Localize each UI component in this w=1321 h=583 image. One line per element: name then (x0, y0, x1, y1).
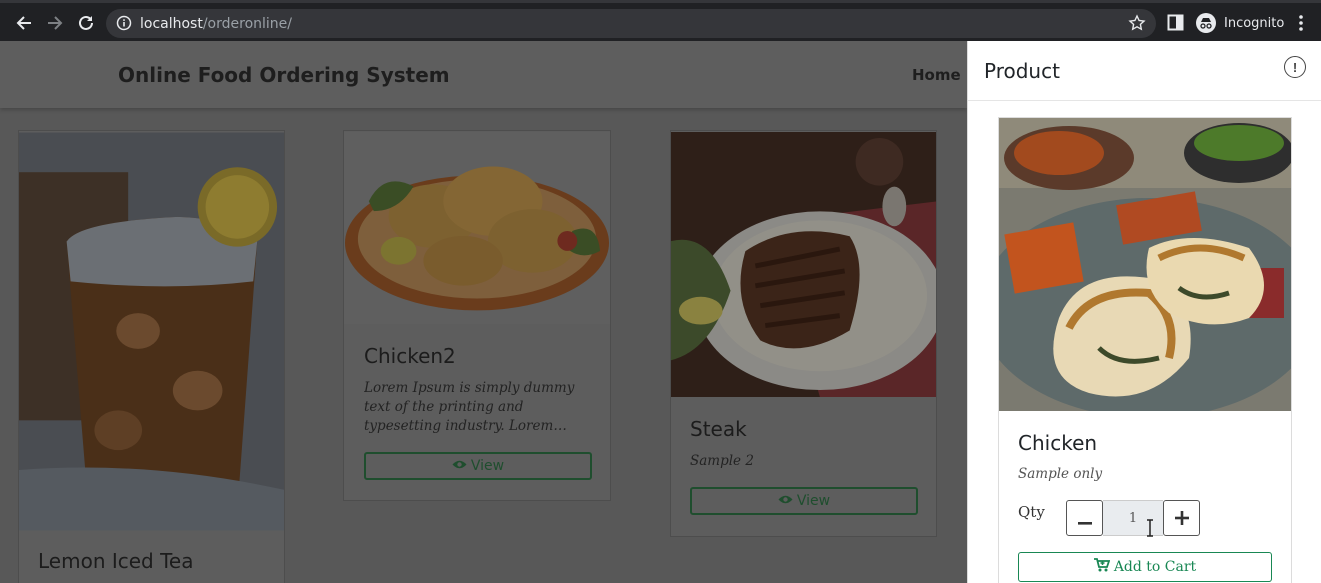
eye-icon (778, 493, 793, 509)
product-side-panel: Product ! Chicken Sample only Qty 1 Add … (967, 41, 1321, 583)
selected-product-card: Chicken Sample only Qty 1 Add to Cart (998, 117, 1292, 583)
product-description-text: Lorem Ipsum is simply dummy text of the … (364, 380, 575, 434)
plus-icon (1174, 505, 1189, 531)
incognito-icon (1196, 13, 1216, 33)
product-title: Lemon Iced Tea (38, 549, 194, 573)
sidepanel-icon[interactable] (1167, 14, 1184, 36)
panel-title: Product (984, 59, 1060, 83)
menu-icon[interactable] (1294, 13, 1308, 38)
qty-label: Qty (1018, 503, 1045, 521)
add-to-cart-label: Add to Cart (1113, 559, 1197, 575)
star-icon[interactable] (1128, 14, 1146, 37)
product-image-lemon-iced-tea (19, 132, 284, 531)
browser-toolbar: localhost/orderonline/ Incognito (0, 0, 1321, 41)
url-host: localhost (140, 16, 203, 32)
text-cursor-icon (1145, 519, 1155, 542)
qty-decrement-button[interactable] (1066, 500, 1103, 536)
product-image-chicken (999, 118, 1291, 411)
panel-header: Product ! (968, 41, 1321, 101)
url-path: /orderonline/ (202, 16, 293, 32)
cart-icon (1093, 558, 1111, 576)
product-image-chicken2 (344, 131, 610, 325)
product-title: Chicken2 (364, 344, 456, 368)
view-button[interactable]: View (690, 487, 918, 515)
reload-icon[interactable] (74, 11, 98, 35)
view-button[interactable]: View (364, 452, 592, 480)
product-card: Lemon Iced Tea (18, 130, 285, 583)
view-button-label: View (470, 458, 505, 474)
minus-icon (1077, 505, 1092, 531)
site-brand[interactable]: Online Food Ordering System (118, 63, 450, 87)
close-icon[interactable]: ! (1284, 56, 1306, 78)
add-to-cart-button[interactable]: Add to Cart (1018, 552, 1272, 582)
product-description: Lorem Ipsum is simply dummy text of the … (364, 379, 596, 436)
product-title: Steak (690, 417, 747, 441)
selected-product-description: Sample only (1018, 466, 1103, 482)
incognito-indicator[interactable]: Incognito (1196, 12, 1284, 34)
site-navbar: Online Food Ordering System Home (0, 41, 967, 108)
nav-home-link[interactable]: Home (912, 66, 961, 84)
address-bar[interactable]: localhost/orderonline/ (106, 9, 1156, 38)
product-card: Chicken2 Lorem Ipsum is simply dummy tex… (343, 130, 611, 501)
forward-icon[interactable] (43, 11, 67, 35)
selected-product-name: Chicken (1018, 431, 1098, 455)
product-description: Sample 2 (690, 453, 754, 469)
back-icon[interactable] (12, 11, 36, 35)
eye-icon (452, 458, 467, 474)
incognito-label: Incognito (1224, 15, 1285, 31)
page-backdrop: Online Food Ordering System Home Lemon I… (0, 41, 967, 583)
url-text[interactable]: localhost/orderonline/ (140, 16, 292, 32)
info-icon[interactable] (116, 15, 132, 31)
quantity-stepper: 1 (1066, 500, 1202, 536)
view-button-label: View (796, 493, 831, 509)
product-card: Steak Sample 2 View (670, 130, 937, 537)
qty-increment-button[interactable] (1163, 500, 1200, 536)
product-image-steak (671, 132, 936, 397)
